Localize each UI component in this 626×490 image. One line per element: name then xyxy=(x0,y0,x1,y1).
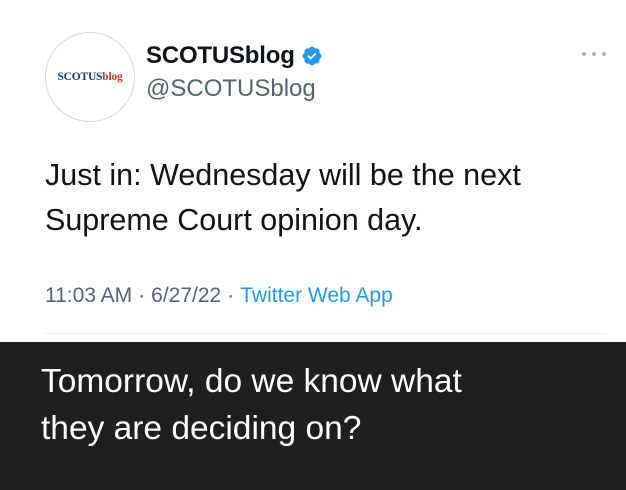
verified-badge-icon xyxy=(301,45,323,67)
caption-line: they are deciding on? xyxy=(41,410,362,447)
more-options-icon[interactable] xyxy=(582,50,606,58)
tweet-source-link[interactable]: Twitter Web App xyxy=(240,284,393,307)
author-name-row[interactable]: SCOTUSblog xyxy=(146,42,323,70)
tweet-text-line: Just in: Wednesday will be the next xyxy=(45,158,521,192)
meta-separator: · xyxy=(227,284,235,307)
avatar-logo-part-2: blog xyxy=(102,71,123,83)
meta-separator: · xyxy=(138,284,146,307)
display-name[interactable]: SCOTUSblog xyxy=(146,42,295,70)
avatar-logo-part-1: SCOTUS xyxy=(57,71,103,83)
tweet-text-line: Supreme Court opinion day. xyxy=(45,203,423,237)
tweet-date[interactable]: 6/27/22 xyxy=(151,284,221,307)
avatar[interactable]: SCOTUSblog xyxy=(45,32,135,122)
tweet-card: SCOTUSblog SCOTUSblog @SCOTUSblog Just i… xyxy=(0,0,626,342)
avatar-logo: SCOTUSblog xyxy=(57,71,122,83)
handle[interactable]: @SCOTUSblog xyxy=(146,75,316,103)
tweet-text: Just in: Wednesday will be the next Supr… xyxy=(45,153,605,243)
more-dot xyxy=(582,52,586,56)
tweet-meta: 11:03 AM · 6/27/22 · Twitter Web App xyxy=(45,284,393,308)
caption-line: Tomorrow, do we know what xyxy=(41,363,462,400)
tweet-time[interactable]: 11:03 AM xyxy=(45,284,132,307)
caption: Tomorrow, do we know what they are decid… xyxy=(41,358,601,452)
divider xyxy=(45,333,606,334)
more-dot xyxy=(592,52,596,56)
more-dot xyxy=(602,52,606,56)
